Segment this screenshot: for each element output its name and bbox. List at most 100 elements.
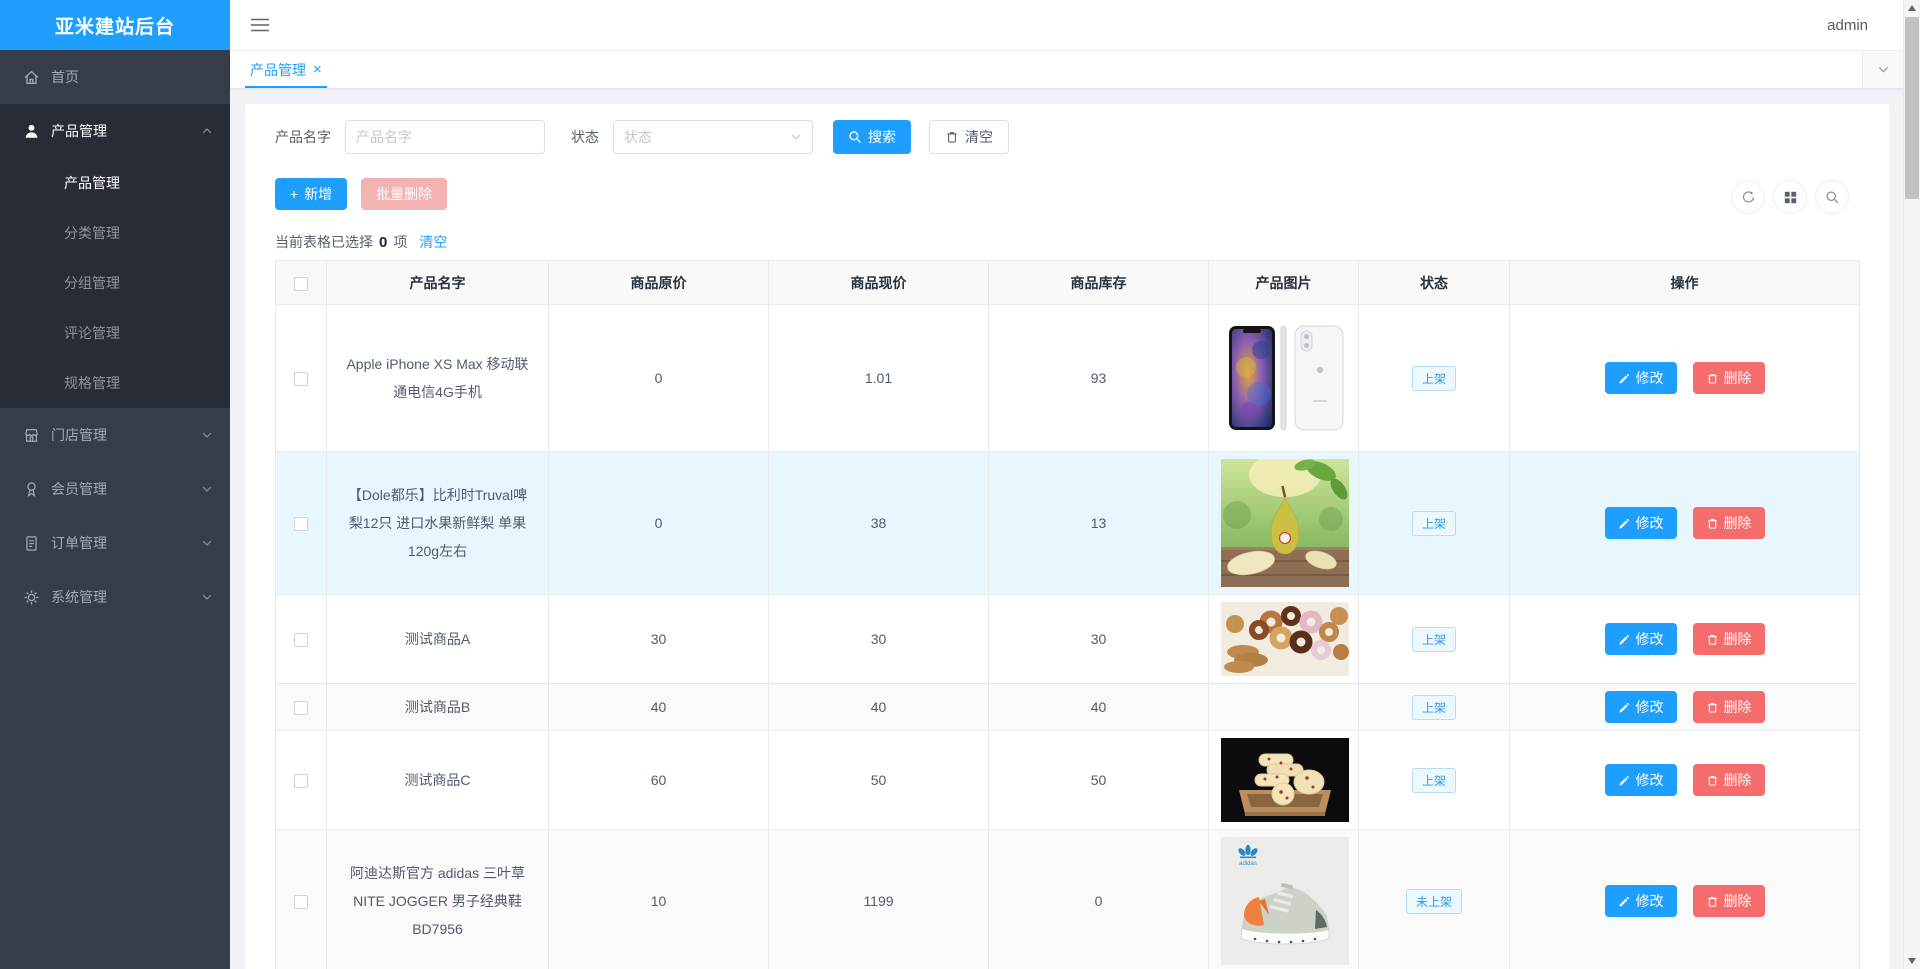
table-header-row: 产品名字 商品原价 商品现价 商品库存 产品图片 状态 操作 [275,260,1860,305]
delete-button[interactable]: 删除 [1692,623,1765,655]
edit-button[interactable]: 修改 [1604,507,1677,539]
sidebar-item-order-management[interactable]: 订单管理 [0,516,230,570]
scroll-up-button[interactable] [1904,0,1920,16]
current-price: 1.01 [768,304,989,452]
product-image-cell [1208,451,1359,595]
select-all-checkbox[interactable] [294,276,308,291]
vertical-scrollbar[interactable] [1903,0,1920,969]
edit-button-label: 修改 [1635,631,1664,647]
status-tag: 未上架 [1405,888,1462,914]
row-checkbox[interactable] [294,633,308,648]
delete-button-label: 删除 [1723,515,1752,531]
product-name-label: 产品名字 [275,129,331,145]
edit-button[interactable]: 修改 [1604,691,1677,723]
edit-button[interactable]: 修改 [1604,623,1677,655]
product-name: 测试商品A [326,594,549,684]
sidebar-item-system-management[interactable]: 系统管理 [0,570,230,624]
chevron-up-icon [200,124,214,138]
stock: 13 [988,451,1209,595]
search-button[interactable]: 搜索 [833,120,911,154]
product-card: 产品名字 状态 状态 [245,104,1889,969]
stock: 30 [988,594,1209,684]
status-select[interactable]: 状态 [613,120,813,154]
selection-count: 0 [379,233,388,251]
delete-button[interactable]: 删除 [1692,691,1765,723]
tab-list-dropdown-button[interactable] [1862,51,1904,88]
current-price: 38 [768,451,989,595]
delete-button[interactable]: 删除 [1692,507,1765,539]
refresh-icon [1741,190,1756,205]
row-checkbox[interactable] [294,517,308,532]
sidebar-item-store-management[interactable]: 门店管理 [0,408,230,462]
edit-button-label: 修改 [1635,699,1664,715]
edit-button[interactable]: 修改 [1604,764,1677,796]
edit-button-label: 修改 [1635,772,1664,788]
chevron-down-icon [200,536,214,550]
grid-icon [1784,191,1797,204]
add-button[interactable]: + 新增 [275,178,348,210]
selection-clear-link[interactable]: 清空 [419,232,447,252]
sidebar-item-home[interactable]: 首页 [0,50,230,104]
sidebar-item-label: 订单管理 [51,535,107,551]
table-row: 测试商品B 40 40 40 上架 修改 删除 [275,683,1860,731]
sidebar-subitem-product-management[interactable]: 产品管理 [0,158,230,208]
row-actions: 修改 删除 [1604,362,1765,394]
product-name: 【Dole都乐】比利时Truval啤梨12只 进口水果新鲜梨 单果120g左右 [326,451,549,595]
product-image-cookies [1221,738,1349,822]
stock: 40 [988,683,1209,731]
pencil-icon [1618,633,1631,646]
column-header: 产品名字 [326,260,549,305]
tab-product-management[interactable]: 产品管理 × [245,51,327,88]
sidebar-subitem-spec-management[interactable]: 规格管理 [0,358,230,408]
home-icon [22,68,41,87]
batch-delete-button[interactable]: 批量删除 [361,178,448,210]
scroll-down-button[interactable] [1904,953,1920,969]
sidebar-subitem-group-management[interactable]: 分组管理 [0,258,230,308]
row-checkbox[interactable] [294,774,308,789]
row-checkbox[interactable] [294,701,308,716]
current-price: 50 [768,730,989,830]
product-image-cell [1208,304,1359,452]
tab-label: 产品管理 [250,61,306,78]
table-body: Apple iPhone XS Max 移动联通电信4G手机 0 1.01 93… [275,304,1860,969]
pencil-icon [1618,774,1631,787]
delete-button-label: 删除 [1723,370,1752,386]
row-actions: 修改 删除 [1604,764,1765,796]
user-menu[interactable]: admin [1827,17,1868,34]
sidebar-subitem-category-management[interactable]: 分类管理 [0,208,230,258]
row-checkbox[interactable] [294,372,308,387]
delete-button[interactable]: 删除 [1692,764,1765,796]
row-checkbox[interactable] [294,895,308,910]
clear-button[interactable]: 清空 [929,120,1009,154]
delete-button[interactable]: 删除 [1692,362,1765,394]
tab-close-icon[interactable]: × [313,62,322,77]
original-price: 10 [548,829,769,969]
zoom-button[interactable] [1815,180,1849,214]
sidebar: 亚米建站后台 首页 产品管理 产品管理 分类管理 分组管理 评论管理 规格管理 … [0,0,230,969]
edit-button-label: 修改 [1635,370,1664,386]
chevron-down-icon [200,482,214,496]
edit-button[interactable]: 修改 [1604,362,1677,394]
product-name: Apple iPhone XS Max 移动联通电信4G手机 [326,304,549,452]
stock: 0 [988,829,1209,969]
sidebar-subitem-comment-management[interactable]: 评论管理 [0,308,230,358]
sidebar-group-products: 产品管理 产品管理 分类管理 分组管理 评论管理 规格管理 [0,104,230,408]
delete-button[interactable]: 删除 [1692,885,1765,917]
sidebar-item-label: 产品管理 [51,123,107,139]
status-tag: 上架 [1411,510,1456,536]
sub-item-label: 分类管理 [64,225,120,241]
batch-delete-label: 批量删除 [376,186,433,202]
sidebar-item-product-management[interactable]: 产品管理 [0,104,230,158]
scrollbar-thumb[interactable] [1905,17,1919,199]
edit-button[interactable]: 修改 [1604,885,1677,917]
row-actions: 修改 删除 [1604,885,1765,917]
tab-bar: 产品管理 × [230,51,1920,88]
sidebar-item-member-management[interactable]: 会员管理 [0,462,230,516]
hamburger-menu-icon[interactable] [250,17,270,33]
product-table: 产品名字 商品原价 商品现价 商品库存 产品图片 状态 操作 Apple iPh… [275,260,1860,969]
refresh-button[interactable] [1731,180,1765,214]
product-name-input[interactable] [345,120,545,154]
original-price: 0 [548,304,769,452]
columns-button[interactable] [1773,180,1807,214]
status-tag: 上架 [1411,767,1456,793]
